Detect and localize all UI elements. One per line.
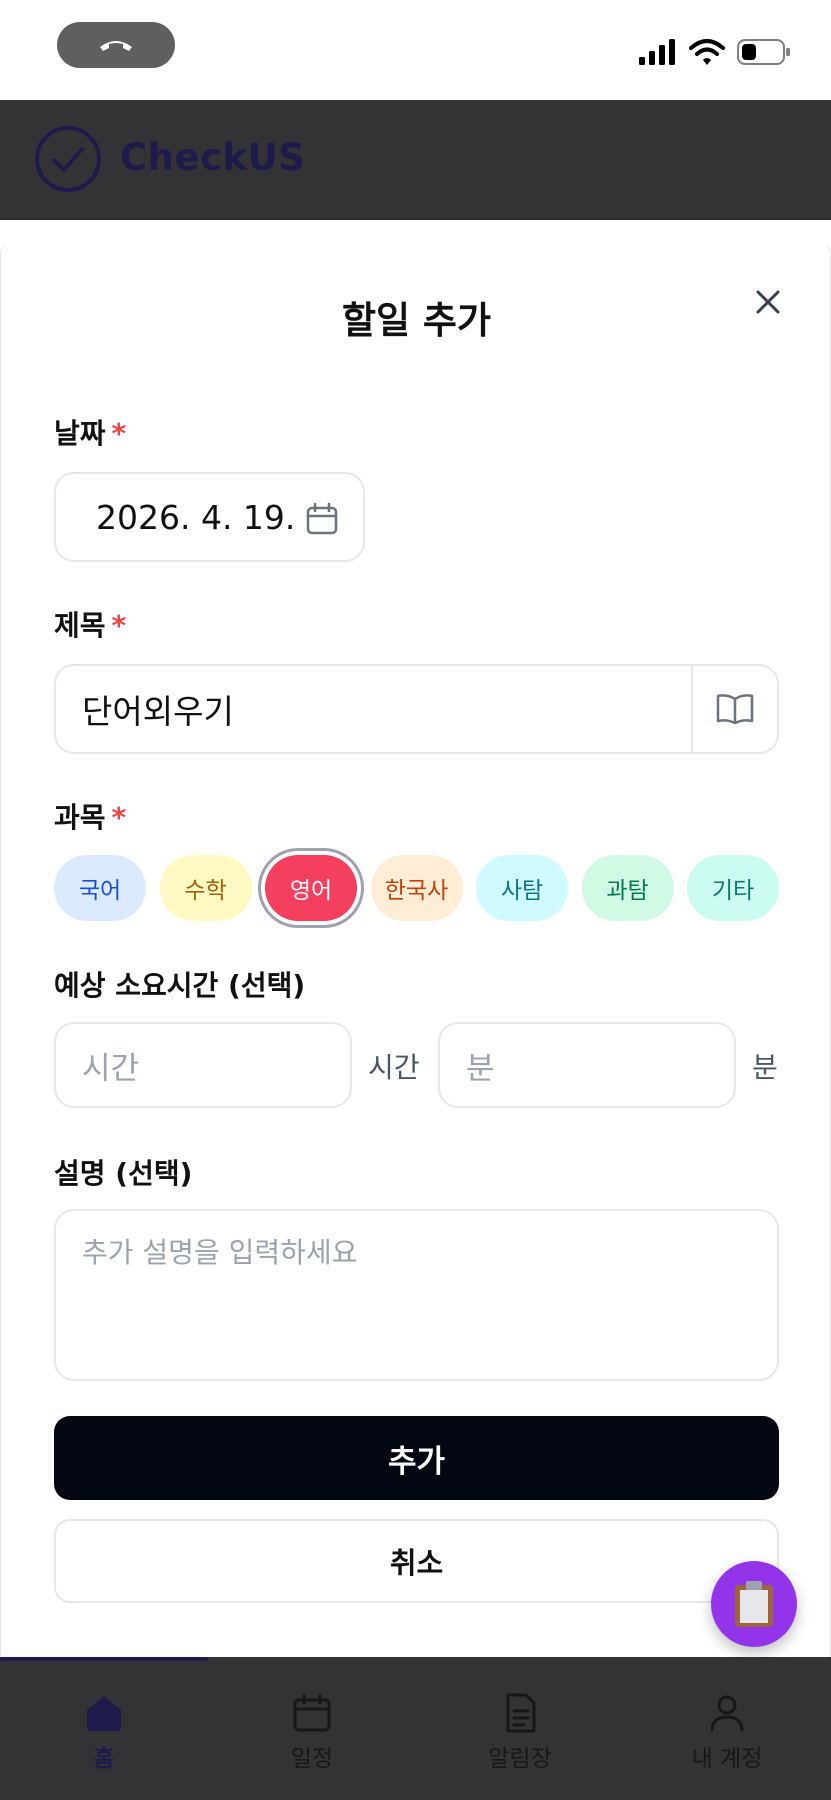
required-mark: *: [111, 609, 127, 642]
close-icon: [756, 290, 780, 314]
subject-chip[interactable]: 사탐: [476, 855, 568, 921]
app-header: CheckUS: [0, 100, 831, 220]
check-circle-logo-icon: [35, 126, 101, 192]
app-name: CheckUS: [120, 136, 306, 179]
subject-label: 과목 *: [54, 801, 127, 834]
subject-chip[interactable]: 국어: [54, 855, 146, 921]
wifi-icon: [689, 39, 725, 65]
description-textarea[interactable]: 추가 설명을 입력하세요: [54, 1209, 779, 1381]
cancel-button[interactable]: 취소: [54, 1519, 779, 1603]
bottom-navigation: 홈 일정 알림장 내 계정: [0, 1657, 831, 1800]
required-mark: *: [111, 801, 127, 834]
modal-title: 할일 추가: [341, 299, 492, 342]
subject-chip[interactable]: 수학: [159, 855, 252, 921]
book-open-icon: [716, 694, 754, 725]
nav-item-schedule[interactable]: 일정: [208, 1693, 416, 1773]
clipboard-icon: [735, 1581, 773, 1627]
add-todo-modal: 할일 추가 날짜 * 2026. 4. 19. 제목 * 단어외우기 과목 * 국어 수…: [0, 242, 831, 1657]
clipboard-fab-button[interactable]: [711, 1561, 797, 1647]
phone-icon: [100, 41, 132, 51]
nav-item-notices[interactable]: 알림장: [416, 1693, 624, 1773]
hours-unit: 시간: [368, 1051, 420, 1084]
home-icon: [87, 1696, 121, 1731]
minutes-unit: 분: [752, 1051, 778, 1084]
date-input[interactable]: 2026. 4. 19.: [54, 472, 365, 562]
status-bar: [0, 0, 831, 100]
active-tab-indicator: [0, 1657, 208, 1661]
active-call-pill[interactable]: [57, 22, 175, 68]
subject-chip[interactable]: 기타: [687, 855, 779, 921]
battery-icon: [737, 39, 790, 65]
date-value: 2026. 4. 19.: [96, 497, 296, 537]
title-input[interactable]: 단어외우기: [54, 664, 779, 754]
duration-label: 예상 소요시간 (선택): [54, 969, 306, 1002]
nav-label: 홈: [93, 1746, 115, 1772]
minutes-input[interactable]: 분: [438, 1022, 736, 1108]
date-label: 날짜 *: [54, 417, 127, 450]
close-button[interactable]: [744, 278, 792, 326]
add-button[interactable]: 추가: [54, 1416, 779, 1500]
status-icons: [639, 36, 791, 68]
required-mark: *: [111, 417, 127, 450]
user-icon: [710, 1695, 744, 1732]
calendar-icon[interactable]: [305, 502, 339, 536]
title-value: 단어외우기: [82, 692, 234, 731]
nav-label: 일정: [290, 1746, 334, 1772]
subject-chip[interactable]: 한국사: [370, 855, 463, 921]
nav-item-account[interactable]: 내 계정: [623, 1693, 831, 1773]
nav-item-home[interactable]: 홈: [0, 1693, 208, 1773]
title-label: 제목 *: [54, 609, 127, 642]
nav-label: 내 계정: [691, 1746, 763, 1772]
duration-row: 시간 시간 분 분: [54, 1022, 779, 1108]
subject-chips: 국어 수학 영어 한국사 사탐 과탐 기타: [54, 855, 779, 921]
subject-chip[interactable]: 과탐: [581, 855, 674, 921]
subject-chip[interactable]: 영어: [265, 855, 357, 921]
description-label: 설명 (선택): [54, 1157, 193, 1190]
study-material-button[interactable]: [691, 666, 777, 752]
calendar-icon: [293, 1693, 331, 1732]
hours-input[interactable]: 시간: [54, 1022, 352, 1108]
nav-label: 알림장: [488, 1746, 552, 1772]
document-icon: [506, 1693, 536, 1733]
cellular-signal-icon: [639, 39, 675, 65]
